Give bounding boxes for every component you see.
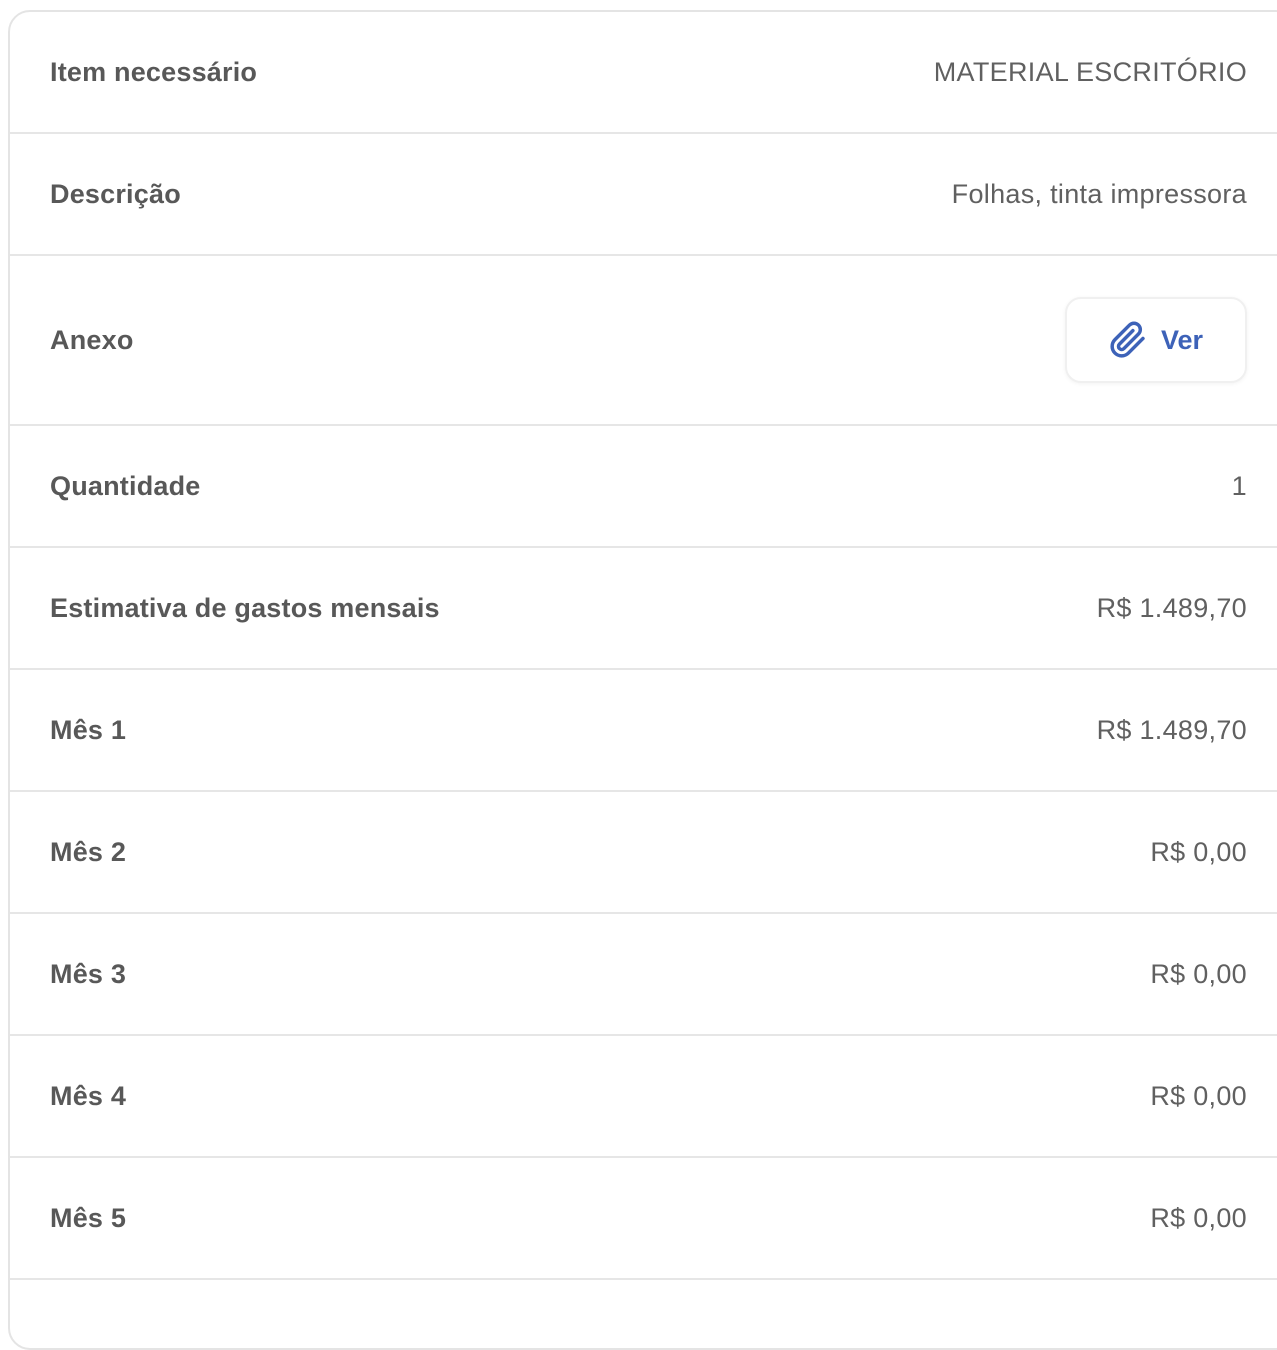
row-label: Quantidade [50, 470, 201, 501]
row-label: Item necessário [50, 56, 258, 87]
row-mes-4: Mês 4 R$ 0,00 [10, 1036, 1277, 1158]
row-label: Mês 1 [50, 714, 127, 745]
row-label: Mês 3 [50, 958, 127, 989]
row-quantidade: Quantidade 1 [10, 426, 1277, 548]
row-label: Mês 5 [50, 1202, 127, 1233]
row-value: MATERIAL ESCRITÓRIO [933, 56, 1247, 87]
row-value: R$ 0,00 [1150, 958, 1247, 989]
row-mes-3: Mês 3 R$ 0,00 [10, 914, 1277, 1036]
row-label: Mês 2 [50, 836, 127, 867]
row-label: Anexo [50, 324, 134, 355]
row-item-necessario: Item necessário MATERIAL ESCRITÓRIO [10, 12, 1277, 134]
row-label: Mês 4 [50, 1080, 127, 1111]
row-descricao: Descrição Folhas, tinta impressora [10, 134, 1277, 256]
row-value: R$ 0,00 [1150, 836, 1247, 867]
row-label: Estimativa de gastos mensais [50, 592, 440, 623]
view-attachment-button[interactable]: Ver [1065, 297, 1247, 383]
details-card: Item necessário MATERIAL ESCRITÓRIO Desc… [8, 10, 1277, 1350]
row-label: Descrição [50, 178, 181, 209]
row-mes-5: Mês 5 R$ 0,00 [10, 1158, 1277, 1280]
row-value: R$ 1.489,70 [1096, 592, 1247, 623]
view-button-label: Ver [1160, 324, 1204, 355]
row-anexo: Anexo Ver [10, 256, 1277, 426]
row-value: R$ 0,00 [1150, 1202, 1247, 1233]
row-value: R$ 0,00 [1150, 1080, 1247, 1111]
row-value: Folhas, tinta impressora [951, 178, 1247, 209]
row-value: R$ 1.489,70 [1096, 714, 1247, 745]
row-mes-1: Mês 1 R$ 1.489,70 [10, 670, 1277, 792]
row-mes-2: Mês 2 R$ 0,00 [10, 792, 1277, 914]
row-value: 1 [1231, 470, 1247, 501]
paperclip-icon [1110, 321, 1145, 358]
row-estimativa: Estimativa de gastos mensais R$ 1.489,70 [10, 548, 1277, 670]
